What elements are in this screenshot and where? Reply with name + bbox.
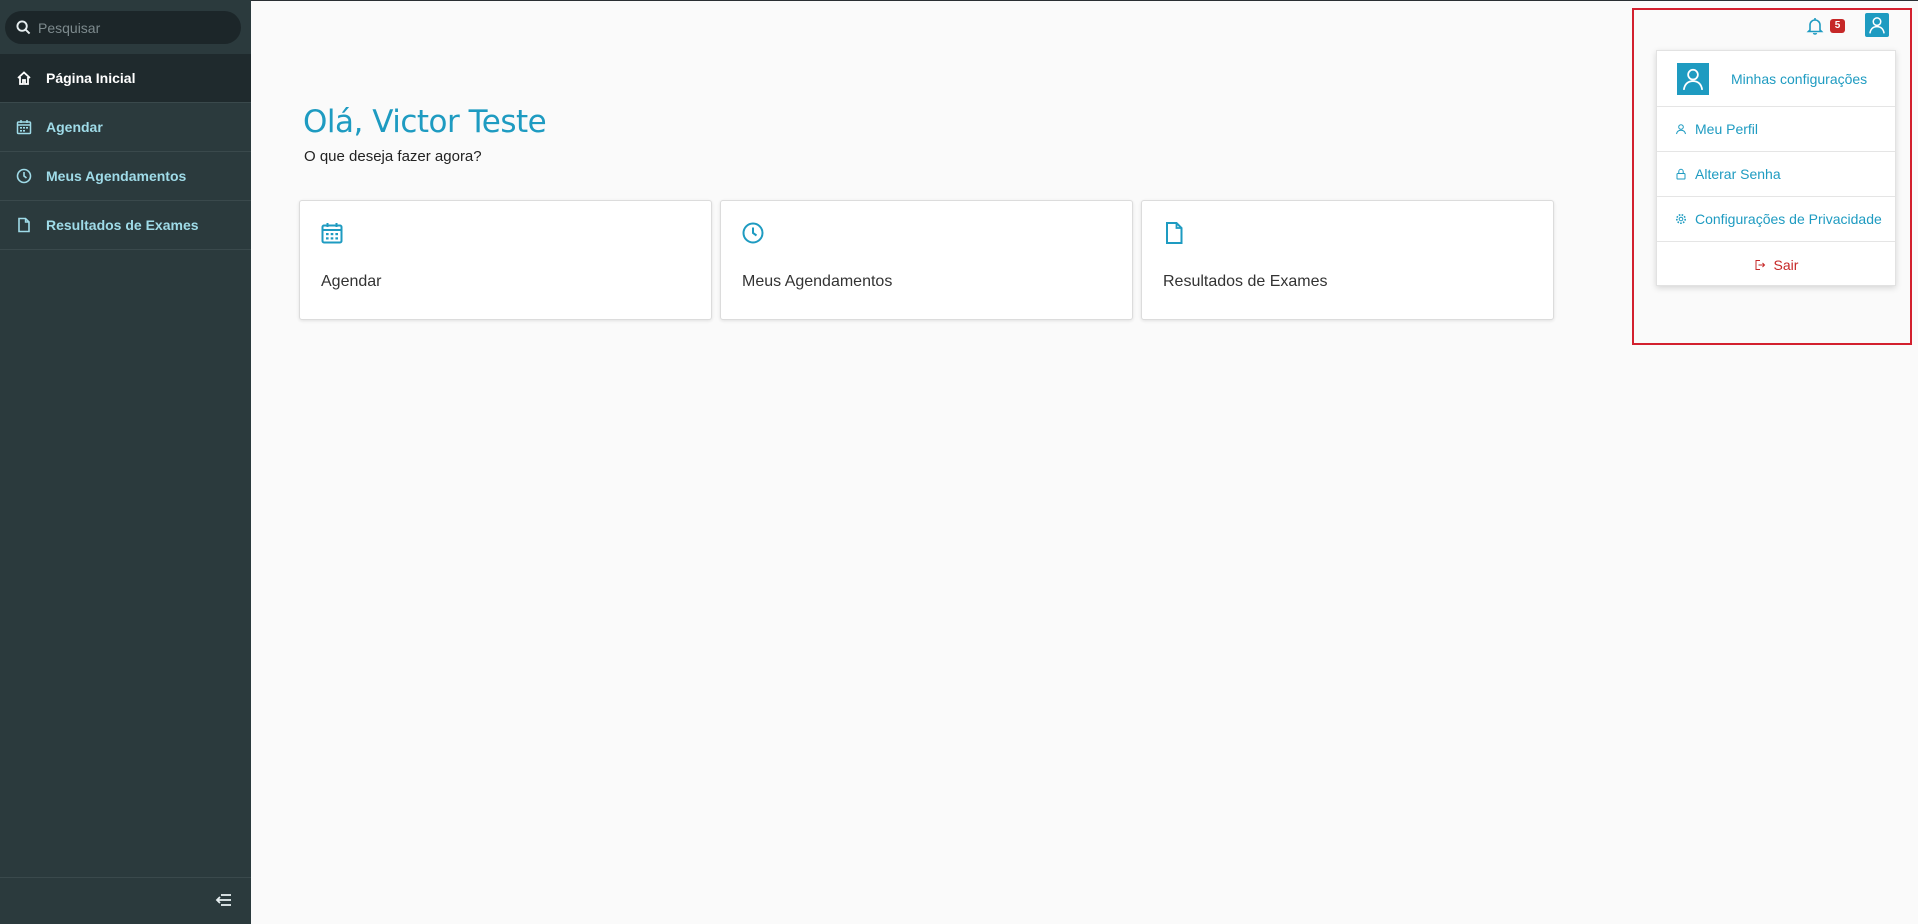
search-input[interactable] — [38, 19, 228, 36]
collapse-menu-icon[interactable] — [213, 890, 233, 910]
sidebar-item-label: Resultados de Exames — [46, 217, 199, 233]
top-border — [0, 0, 1918, 1]
search-icon — [16, 20, 31, 35]
sidebar-nav: Página Inicial Agendar Meus Agendamentos… — [0, 54, 251, 250]
sidebar-divider — [0, 877, 251, 878]
clock-icon — [16, 168, 32, 184]
card-label: Agendar — [321, 273, 382, 290]
page-subtitle: O que deseja fazer agora? — [304, 148, 482, 165]
sidebar-item-resultados-de-exames[interactable]: Resultados de Exames — [0, 201, 251, 250]
sidebar-item-meus-agendamentos[interactable]: Meus Agendamentos — [0, 152, 251, 201]
calendar-icon — [16, 119, 32, 135]
page-title: Olá, Victor Teste — [303, 104, 547, 140]
card-label: Meus Agendamentos — [742, 273, 893, 290]
highlight-box — [1632, 8, 1912, 345]
card-meus-agendamentos[interactable]: Meus Agendamentos — [720, 200, 1133, 320]
document-icon — [1162, 221, 1186, 245]
sidebar-item-agendar[interactable]: Agendar — [0, 103, 251, 152]
sidebar-item-label: Página Inicial — [46, 70, 136, 86]
sidebar-item-pagina-inicial[interactable]: Página Inicial — [0, 54, 251, 103]
sidebar: Página Inicial Agendar Meus Agendamentos… — [0, 0, 251, 924]
card-agendar[interactable]: Agendar — [299, 200, 712, 320]
card-resultados-de-exames[interactable]: Resultados de Exames — [1141, 200, 1554, 320]
calendar-icon — [320, 221, 344, 245]
sidebar-item-label: Meus Agendamentos — [46, 168, 187, 184]
document-icon — [16, 217, 32, 233]
sidebar-item-label: Agendar — [46, 119, 103, 135]
home-icon — [16, 70, 32, 86]
search-box[interactable] — [5, 11, 241, 44]
card-label: Resultados de Exames — [1163, 273, 1328, 290]
clock-icon — [741, 221, 765, 245]
